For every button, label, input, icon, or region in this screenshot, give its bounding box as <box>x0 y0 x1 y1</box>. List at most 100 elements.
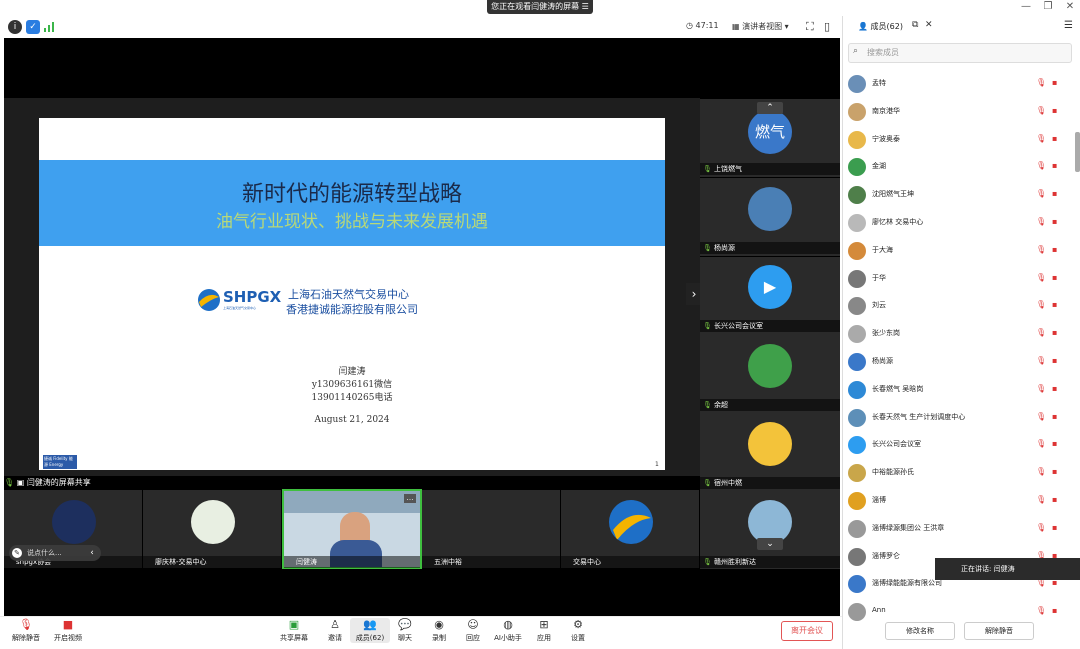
rename-button[interactable]: 修改名称 <box>885 622 955 640</box>
camera-off-icon[interactable]: ▪ <box>1052 439 1057 448</box>
invite-icon: ♙ <box>330 618 340 631</box>
mic-off-icon[interactable]: 🎙 <box>1036 300 1046 309</box>
member-name: 沈阳燃气王坤 <box>872 190 914 199</box>
camera-off-icon[interactable]: ▪ <box>1052 328 1057 337</box>
panel-title: 👤 成员(62) <box>858 22 903 31</box>
camera-off-icon[interactable]: ▪ <box>1052 217 1057 226</box>
mic-off-icon[interactable]: 🎙 <box>1036 273 1046 282</box>
member-row[interactable]: 孟特 🎙 ▪ <box>842 70 1080 98</box>
settings-button[interactable]: ⚙ 设置 <box>558 618 598 643</box>
shield-icon[interactable]: ✓ <box>26 20 40 34</box>
chevron-up-icon[interactable]: ⌃ <box>757 102 783 114</box>
start-video-button[interactable]: ■ 开启视频 <box>48 618 88 643</box>
camera-off-icon[interactable]: ▪ <box>1052 300 1057 309</box>
mic-off-icon[interactable]: 🎙 <box>1036 161 1046 170</box>
mic-off-icon[interactable]: 🎙 <box>1036 245 1046 254</box>
mic-off-icon[interactable]: 🎙 <box>1036 384 1046 393</box>
member-search-input[interactable]: 搜索成员 <box>848 43 1072 63</box>
mic-off-icon[interactable]: 🎙 <box>1036 523 1046 532</box>
invite-button[interactable]: ♙ 邀请 <box>315 618 355 643</box>
camera-off-icon[interactable]: ▪ <box>1052 245 1057 254</box>
mic-off-icon[interactable]: 🎙 <box>1036 189 1046 198</box>
member-name: 长春燃气 吴晗岗 <box>872 384 924 393</box>
mic-off-icon: 🎙 <box>19 618 33 631</box>
camera-off-icon[interactable]: ▪ <box>1052 78 1057 87</box>
member-row[interactable]: 于大海 🎙 ▪ <box>842 237 1080 265</box>
mic-off-icon[interactable]: 🎙 <box>1036 134 1046 143</box>
camera-off-icon[interactable]: ▪ <box>1052 495 1057 504</box>
member-row[interactable]: 长兴公司会议室 🎙 ▪ <box>842 431 1080 459</box>
member-row[interactable]: 南京港华 🎙 ▪ <box>842 98 1080 126</box>
ai-icon: ◍ <box>503 618 513 631</box>
camera-off-icon[interactable]: ▪ <box>1052 106 1057 115</box>
member-row[interactable]: 廖忆林 交易中心 🎙 ▪ <box>842 209 1080 237</box>
menu-icon[interactable]: ☰ <box>1064 20 1073 31</box>
mic-off-icon[interactable]: 🎙 <box>1036 495 1046 504</box>
camera-off-icon[interactable]: ▪ <box>1052 161 1057 170</box>
close-panel-icon[interactable]: ✕ <box>925 20 933 30</box>
member-row[interactable]: Ann 🎙 ▪ <box>842 598 1080 626</box>
camera-off-icon[interactable]: ▪ <box>1052 384 1057 393</box>
mic-off-icon[interactable]: 🎙 <box>1036 78 1046 87</box>
settings-icon: ⚙ <box>573 618 583 631</box>
camera-off-icon[interactable]: ▪ <box>1052 273 1057 282</box>
mic-off-icon[interactable]: 🎙 <box>1036 467 1046 476</box>
mic-off-icon[interactable]: 🎙 <box>1036 356 1046 365</box>
layout-icon[interactable]: ▯ <box>824 20 830 33</box>
mic-off-icon[interactable]: 🎙 <box>1036 412 1046 421</box>
member-row[interactable]: 沈阳燃气王坤 🎙 ▪ <box>842 181 1080 209</box>
member-row[interactable]: 金湖 🎙 ▪ <box>842 153 1080 181</box>
member-row[interactable]: 杨尚源 🎙 ▪ <box>842 348 1080 376</box>
chevron-down-icon[interactable]: ⌄ <box>757 538 783 550</box>
chevron-left-icon[interactable]: ‹ <box>84 547 100 559</box>
camera-off-icon[interactable]: ▪ <box>1052 356 1057 365</box>
avatar <box>848 269 866 288</box>
camera-off-icon[interactable]: ▪ <box>1052 523 1057 532</box>
mic-off-icon[interactable]: 🎙 <box>1036 439 1046 448</box>
viewing-banner[interactable]: 您正在观看闫健涛的屏幕 ☰ <box>487 0 593 14</box>
popout-icon[interactable]: ⧉ <box>912 20 918 30</box>
avatar <box>848 75 866 93</box>
mic-off-icon[interactable]: 🎙 <box>1036 106 1046 115</box>
member-row[interactable]: 长春天然气 生产计划调度中心 🎙 ▪ <box>842 404 1080 432</box>
mic-off-icon[interactable]: 🎙 <box>1036 328 1046 337</box>
members-button[interactable]: 👥 成员(62) <box>350 618 390 643</box>
member-row[interactable]: 张少东岗 🎙 ▪ <box>842 320 1080 348</box>
screen-icon: ▶ <box>748 265 792 309</box>
mic-icon: 🎙 <box>703 165 712 173</box>
ai-assistant-button[interactable]: ◍ AI小助手 <box>488 618 528 643</box>
leave-meeting-button[interactable]: 离开会议 <box>781 621 833 641</box>
info-icon[interactable]: i <box>8 20 22 34</box>
meeting-timer: ◷ 47:11 <box>686 21 719 30</box>
camera-off-icon[interactable]: ▪ <box>1052 606 1057 615</box>
close-icon[interactable]: ✕ <box>1060 1 1080 12</box>
member-row[interactable]: 宁波奥泰 🎙 ▪ <box>842 126 1080 154</box>
restore-icon[interactable]: ❐ <box>1038 1 1058 12</box>
signal-icon[interactable] <box>44 22 54 32</box>
avatar <box>848 408 866 427</box>
view-mode-dropdown[interactable]: ▦ 演讲者视图 ▾ <box>732 21 789 32</box>
reaction-button[interactable]: ☺ 回应 <box>453 618 493 643</box>
mic-icon: 🎙 <box>703 322 712 330</box>
member-row[interactable]: 于华 🎙 ▪ <box>842 265 1080 293</box>
unmute-button[interactable]: 🎙 解除静音 <box>6 618 46 643</box>
mic-off-icon[interactable]: 🎙 <box>1036 217 1046 226</box>
member-row[interactable]: 长春燃气 吴晗岗 🎙 ▪ <box>842 376 1080 404</box>
member-row[interactable]: 淄博 🎙 ▪ <box>842 487 1080 515</box>
panel-scrollbar[interactable] <box>1075 132 1080 172</box>
member-row[interactable]: 中裕能源孙氏 🎙 ▪ <box>842 459 1080 487</box>
mic-off-icon[interactable]: 🎙 <box>1036 606 1046 615</box>
member-row[interactable]: 淄博绿源集团公 王洪章 🎙 ▪ <box>842 515 1080 543</box>
camera-off-icon[interactable]: ▪ <box>1052 412 1057 421</box>
unmute-all-button[interactable]: 解除静音 <box>964 622 1034 640</box>
share-screen-button[interactable]: ▣ 共享屏幕 <box>274 618 314 643</box>
avatar <box>848 186 866 205</box>
participant-name: 🎙 余超 <box>700 399 840 411</box>
camera-off-icon[interactable]: ▪ <box>1052 467 1057 476</box>
camera-off-icon[interactable]: ▪ <box>1052 189 1057 198</box>
camera-off-icon[interactable]: ▪ <box>1052 134 1057 143</box>
fullscreen-icon[interactable]: ⛶ <box>806 20 814 34</box>
member-row[interactable]: 刘云 🎙 ▪ <box>842 292 1080 320</box>
more-icon[interactable]: … <box>404 494 416 503</box>
minimize-icon[interactable]: — <box>1016 1 1036 12</box>
